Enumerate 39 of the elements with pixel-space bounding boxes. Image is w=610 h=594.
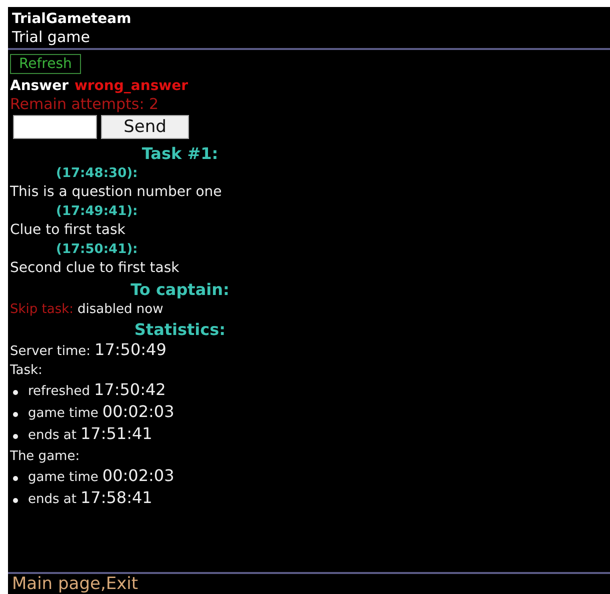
message-text: Clue to first task (10, 221, 126, 239)
send-button[interactable]: Send (101, 115, 189, 139)
message-text: This is a question number one (10, 183, 223, 201)
attempts-text: Remain attempts: 2 (10, 95, 159, 113)
stat-label: game time (28, 469, 98, 487)
bullet-icon (13, 412, 18, 416)
stat-value: 17:51:41 (80, 425, 152, 443)
server-time-label: Server time: (10, 343, 91, 361)
answer-input-field[interactable] (13, 115, 97, 139)
bullet-icon (13, 390, 18, 394)
stat-value: 00:02:03 (102, 403, 174, 421)
bullet-icon (13, 498, 18, 502)
group-title: Task: (10, 362, 44, 380)
message-text: Second clue to first task (10, 259, 180, 277)
group-title: The game: (10, 448, 81, 466)
skip-task-label: Skip task: (10, 301, 74, 319)
stat-label: game time (28, 405, 98, 423)
answer-value: wrong_answer (74, 77, 188, 95)
stat-value: 00:02:03 (102, 467, 174, 485)
bullet-icon (13, 434, 18, 438)
skip-status-text: disabled now (78, 301, 164, 319)
server-time-value: 17:50:49 (94, 341, 166, 359)
message-time: (17:49:41): (56, 203, 139, 221)
stat-value: 17:58:41 (80, 489, 152, 507)
task-heading: Task #1: (142, 145, 218, 163)
game-name: Trial game (12, 28, 91, 46)
captain-heading: To captain: (130, 281, 230, 299)
team-name: TrialGameteam (12, 10, 132, 28)
stat-label: ends at (28, 427, 76, 445)
stat-value: 17:50:42 (94, 381, 166, 399)
refresh-button[interactable]: Refresh (10, 54, 81, 74)
answer-label: Answer (10, 77, 68, 95)
bullet-icon (13, 476, 18, 480)
stat-label: ends at (28, 491, 76, 509)
message-time: (17:48:30): (56, 165, 139, 183)
footer-links[interactable]: Main page,Exit (12, 574, 138, 594)
stat-label: refreshed (28, 383, 90, 401)
statistics-heading: Statistics: (134, 321, 226, 339)
message-time: (17:50:41): (56, 241, 139, 259)
